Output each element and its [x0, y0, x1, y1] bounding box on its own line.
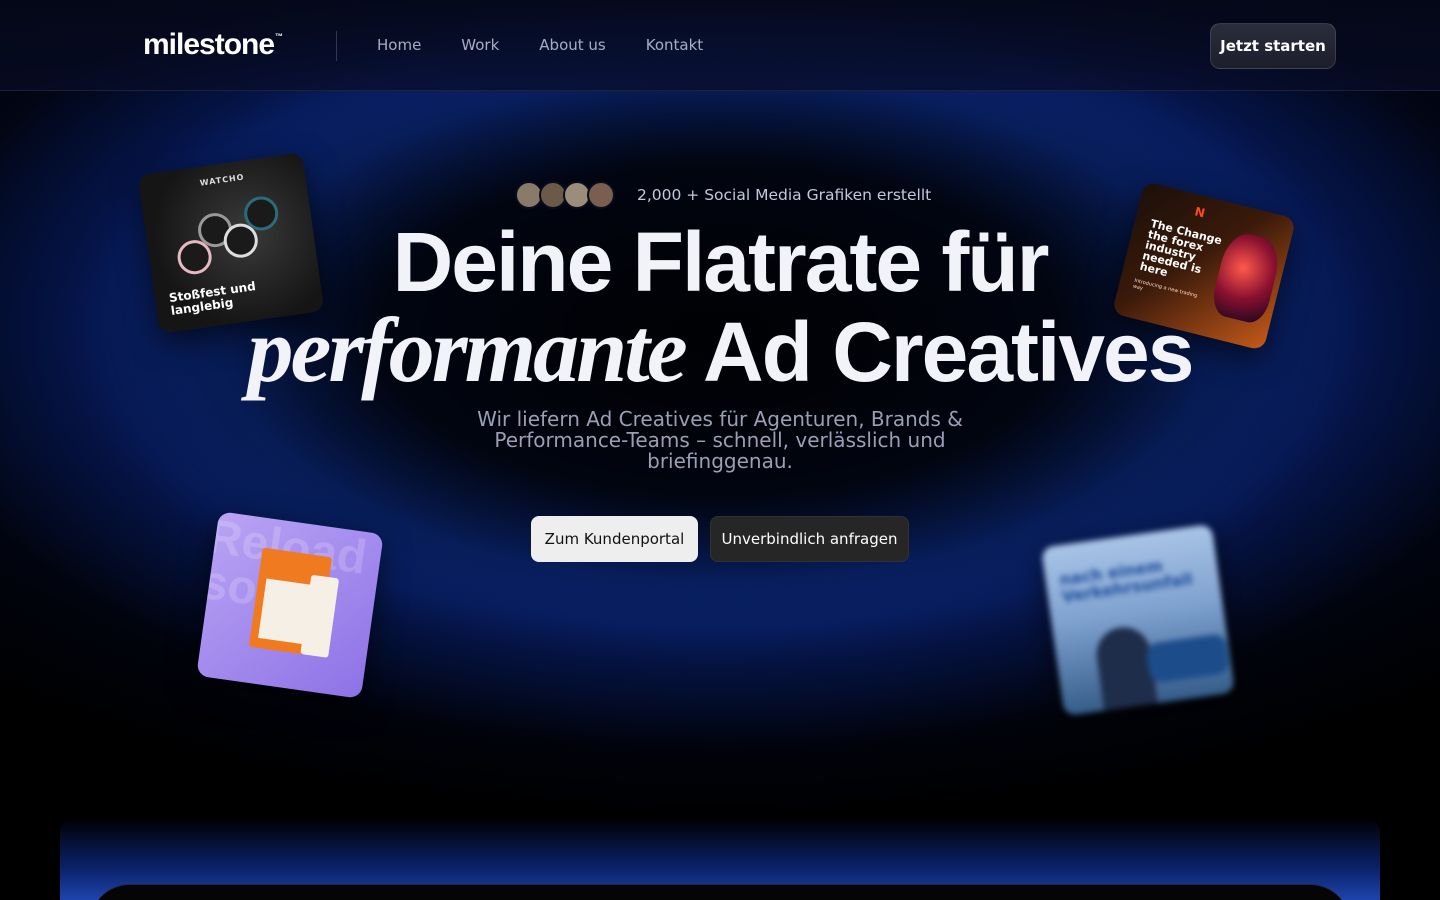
- top-navigation: milestone™ Home Work About us Kontakt Je…: [0, 0, 1440, 91]
- nav-divider: [336, 31, 337, 61]
- headline-line-2-rest: Ad Creatives: [702, 305, 1195, 399]
- milestone-logo[interactable]: milestone™: [143, 28, 283, 62]
- blurred-ad-creative-card: nach einem Verkehrsunfall: [1041, 523, 1235, 717]
- social-proof-text: 2,000 + Social Media Grafiken erstellt: [637, 186, 932, 204]
- blurred-card-title: nach einem Verkehrsunfall: [1058, 556, 1194, 607]
- hero-headline: Deine Flatrate für performante Ad Creati…: [0, 218, 1440, 396]
- next-section-card: [90, 884, 1350, 900]
- nav-link-about-us[interactable]: About us: [539, 36, 605, 54]
- customer-avatars: [515, 181, 615, 209]
- nav-link-work[interactable]: Work: [461, 36, 499, 54]
- car-image: [1145, 633, 1231, 684]
- headline-line-2: performante Ad Creatives: [0, 304, 1440, 399]
- headline-italic-word: performante: [247, 299, 688, 401]
- nav-link-kontakt[interactable]: Kontakt: [646, 36, 703, 54]
- social-proof: 2,000 + Social Media Grafiken erstellt: [515, 181, 931, 209]
- nav-links: Home Work About us Kontakt: [377, 36, 703, 54]
- unverbindlich-anfragen-button[interactable]: Unverbindlich anfragen: [710, 516, 909, 562]
- jetzt-starten-button[interactable]: Jetzt starten: [1210, 23, 1336, 69]
- reload-ad-creative-card: Reload solo: [196, 511, 384, 699]
- avatar: [587, 181, 615, 209]
- nav-link-home[interactable]: Home: [377, 36, 421, 54]
- hero-subline: Wir liefern Ad Creatives für Agenturen, …: [477, 407, 963, 473]
- headline-line-1: Deine Flatrate für: [392, 215, 1050, 309]
- zum-kundenportal-button[interactable]: Zum Kundenportal: [531, 516, 698, 562]
